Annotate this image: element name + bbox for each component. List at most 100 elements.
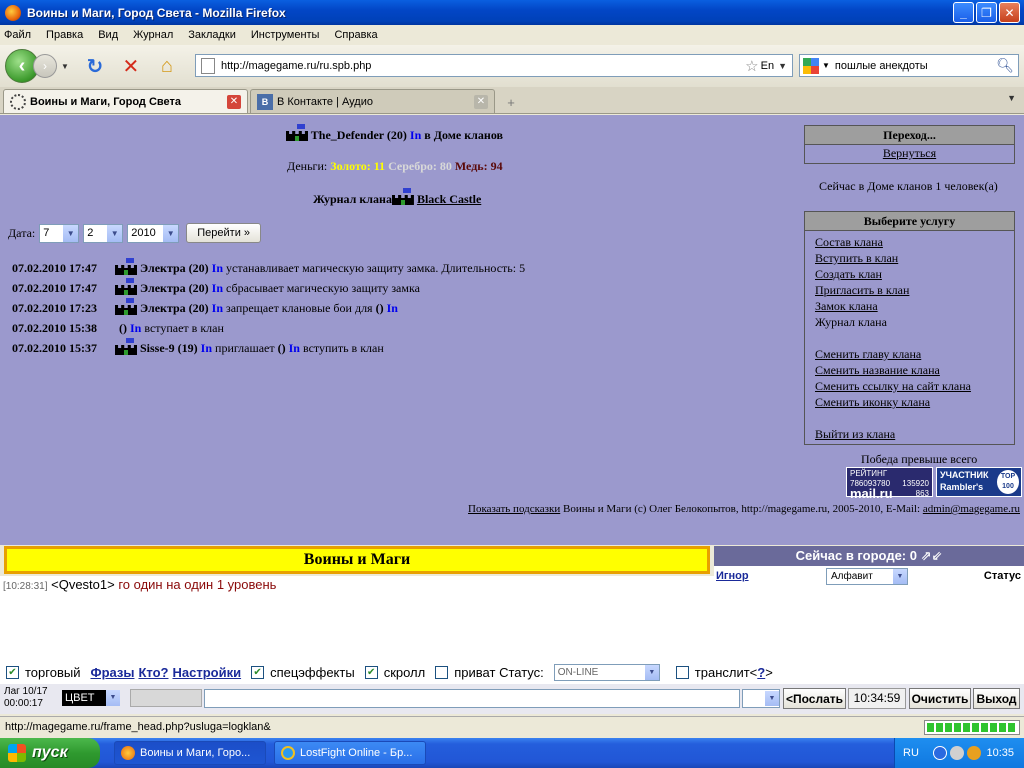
menu-file[interactable]: Файл: [4, 29, 31, 41]
settings-link[interactable]: Настройки: [172, 665, 241, 680]
menu-view[interactable]: Вид: [98, 29, 118, 41]
send-button[interactable]: <Послать: [783, 688, 846, 709]
exit-button[interactable]: Выход: [973, 688, 1020, 709]
reload-icon[interactable]: ↻: [83, 54, 107, 78]
log-nick[interactable]: (): [119, 321, 127, 336]
go-button[interactable]: Перейти »: [186, 223, 262, 243]
status-select[interactable]: ON-LINE ▼: [553, 663, 660, 681]
log-info-link[interactable]: In: [387, 301, 398, 316]
mailru-rating-banner[interactable]: РЕЙТИНГ 786093780 mail.ru 135920 863: [846, 467, 933, 500]
refresh-icon[interactable]: ⇗⇙: [921, 548, 943, 563]
service-create-clan[interactable]: Создать клан: [805, 266, 1014, 282]
translit-checkbox[interactable]: [675, 665, 689, 679]
log-info-link[interactable]: In: [212, 301, 223, 316]
log-info-link[interactable]: In: [201, 341, 212, 356]
language-indicator[interactable]: En: [761, 60, 774, 72]
phrases-link[interactable]: Фразы: [90, 665, 134, 680]
service-change-site[interactable]: Сменить ссылку на сайт клана: [805, 378, 1014, 394]
tab-magegame[interactable]: Воины и Маги, Город Света ✕: [3, 89, 248, 113]
log-nick[interactable]: Электра (20): [140, 301, 209, 316]
sort-select[interactable]: Алфавит ▼: [826, 568, 908, 585]
search-icon[interactable]: 🔍︎: [996, 57, 1014, 74]
service-invite-clan[interactable]: Пригласить в клан: [805, 282, 1014, 298]
menu-help[interactable]: Справка: [334, 29, 377, 41]
tray-app-icon[interactable]: [966, 746, 981, 760]
log-nick-target[interactable]: (): [278, 341, 286, 356]
message-input[interactable]: [204, 689, 740, 708]
service-join-clan[interactable]: Вступить в клан: [805, 250, 1014, 266]
taskbar-firefox-window[interactable]: Воины и Маги, Горо...: [114, 741, 266, 765]
log-nick[interactable]: Электра (20): [140, 261, 209, 276]
log-info-link[interactable]: In: [212, 281, 223, 296]
rambler-top100-banner[interactable]: УЧАСТНИК Rambler's TOP 100: [936, 467, 1022, 497]
clear-button[interactable]: Очистить: [909, 688, 971, 709]
search-bar[interactable]: ▼ пошлые анекдоты 🔍︎: [799, 54, 1019, 77]
log-info-link[interactable]: In: [130, 321, 141, 336]
menu-edit[interactable]: Правка: [46, 29, 83, 41]
color-select[interactable]: ЦВЕТ ▼: [62, 690, 120, 706]
search-engine-dropdown-icon[interactable]: ▼: [822, 61, 830, 70]
service-clan-roster[interactable]: Состав клана: [805, 234, 1014, 250]
log-info-link[interactable]: In: [289, 341, 300, 356]
ignore-link[interactable]: Игнор: [716, 570, 749, 582]
translit-help-link[interactable]: ?: [757, 665, 765, 680]
close-tab-icon[interactable]: ✕: [227, 94, 241, 109]
chat-author[interactable]: <Qvesto1>: [51, 577, 115, 592]
service-change-icon[interactable]: Сменить иконку клана: [805, 394, 1014, 410]
recipient-field[interactable]: [130, 689, 202, 707]
effects-checkbox[interactable]: ✔: [251, 665, 265, 679]
url-input[interactable]: http://magegame.ru/ru.spb.php: [221, 60, 745, 72]
input-language[interactable]: RU: [903, 747, 919, 759]
menu-history[interactable]: Журнал: [133, 29, 173, 41]
volume-icon[interactable]: [949, 746, 964, 760]
back-link[interactable]: Вернуться: [805, 145, 1014, 163]
maximize-button[interactable]: ❐: [976, 2, 997, 23]
log-row: 07.02.2010 15:37 Sisse-9 (19) In приглаш…: [12, 338, 792, 358]
log-info-link[interactable]: In: [212, 261, 223, 276]
email-link[interactable]: admin@magegame.ru: [923, 503, 1020, 515]
taskbar-ie-window[interactable]: LostFight Online - Бр...: [274, 741, 426, 765]
tab-list-icon[interactable]: ▼: [1007, 93, 1016, 103]
month-select[interactable]: 2 ▼: [83, 223, 124, 243]
stop-icon[interactable]: ✕: [119, 54, 143, 78]
minimize-button[interactable]: _: [953, 2, 974, 23]
scroll-checkbox[interactable]: ✔: [364, 665, 378, 679]
player-info-link[interactable]: In: [410, 128, 421, 142]
menu-bookmarks[interactable]: Закладки: [188, 29, 236, 41]
url-dropdown-icon[interactable]: ▼: [778, 61, 787, 71]
message-history-select[interactable]: ▼: [742, 689, 780, 708]
tab-vkontakte[interactable]: B В Контакте | Аудио ✕: [250, 89, 495, 113]
close-window-button[interactable]: ✕: [999, 2, 1020, 23]
forward-button[interactable]: ›: [33, 54, 57, 78]
service-clan-castle[interactable]: Замок клана: [805, 298, 1014, 314]
year-select[interactable]: 2010 ▼: [127, 223, 180, 243]
address-bar[interactable]: http://magegame.ru/ru.spb.php ☆ En ▼: [195, 54, 793, 77]
menu-tools[interactable]: Инструменты: [251, 29, 320, 41]
player-name[interactable]: The_Defender: [311, 128, 384, 142]
who-link[interactable]: Кто?: [138, 665, 168, 680]
log-nick[interactable]: Sisse-9 (19): [140, 341, 198, 356]
trade-checkbox[interactable]: ✔: [6, 665, 19, 679]
service-leave-clan[interactable]: Выйти из клана: [805, 426, 1014, 442]
service-change-name[interactable]: Сменить название клана: [805, 362, 1014, 378]
private-checkbox[interactable]: [435, 665, 449, 679]
clan-link[interactable]: Black Castle: [417, 192, 481, 206]
google-icon[interactable]: [803, 57, 819, 74]
day-select[interactable]: 7 ▼: [39, 223, 80, 243]
chat-message: [10:28:31] <Qvesto1> го один на один 1 у…: [3, 577, 276, 592]
history-dropdown-icon[interactable]: ▼: [61, 62, 69, 71]
town-user-list[interactable]: [714, 588, 1024, 660]
window-titlebar[interactable]: Воины и Маги, Город Света - Mozilla Fire…: [0, 0, 1024, 25]
service-change-leader[interactable]: Сменить главу клана: [805, 346, 1014, 362]
bookmark-star-icon[interactable]: ☆: [745, 57, 758, 75]
start-button[interactable]: пуск: [0, 738, 100, 768]
chat-messages[interactable]: [10:28:31] <Qvesto1> го один на один 1 у…: [0, 576, 714, 660]
log-nick-target[interactable]: (): [376, 301, 384, 316]
network-icon[interactable]: [932, 746, 947, 760]
close-tab-icon[interactable]: ✕: [474, 94, 488, 109]
home-icon[interactable]: ⌂: [155, 54, 179, 78]
new-tab-button[interactable]: +: [497, 91, 525, 113]
search-input[interactable]: пошлые анекдоты: [835, 60, 996, 72]
show-hints-link[interactable]: Показать подсказки: [468, 503, 560, 515]
log-nick[interactable]: Электра (20): [140, 281, 209, 296]
